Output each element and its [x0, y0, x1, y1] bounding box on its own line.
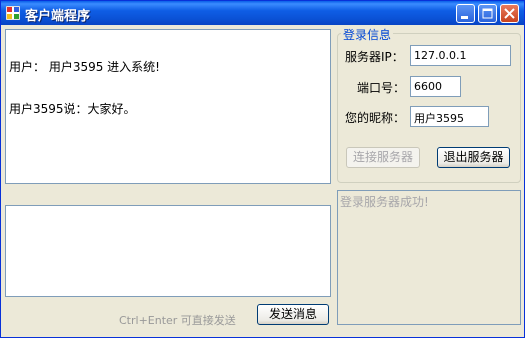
- window-title: 客户端程序: [25, 9, 91, 24]
- message-input[interactable]: [5, 205, 331, 297]
- title-bar[interactable]: 客户端程序: [1, 1, 524, 25]
- connect-server-button[interactable]: 连接服务器: [346, 147, 420, 168]
- app-icon[interactable]: [5, 5, 21, 21]
- status-output[interactable]: 登录服务器成功!: [337, 190, 521, 325]
- maximize-button[interactable]: [478, 4, 497, 23]
- maximize-icon: [482, 8, 493, 19]
- send-message-button[interactable]: 发送消息: [257, 304, 329, 325]
- close-button[interactable]: [500, 4, 519, 23]
- port-field[interactable]: 6600: [410, 76, 461, 97]
- close-icon: [504, 8, 515, 19]
- minimize-button[interactable]: [456, 4, 475, 23]
- chat-log[interactable]: 用户： 用户3595 进入系统! 用户3595说：大家好。: [5, 29, 331, 184]
- disconnect-server-button[interactable]: 退出服务器: [437, 147, 510, 168]
- port-label: 端口号：: [357, 81, 406, 95]
- login-info-title: 登录信息: [341, 26, 394, 43]
- nickname-field[interactable]: 用户3595: [410, 106, 489, 127]
- chat-message: 用户3595说：大家好。: [9, 102, 136, 116]
- client-body: 用户： 用户3595 进入系统! 用户3595说：大家好。 Ctrl+Enter…: [1, 25, 524, 338]
- send-hint: Ctrl+Enter 可直接发送: [119, 314, 236, 327]
- nickname-label: 您的昵称：: [345, 111, 406, 125]
- chat-message: 用户： 用户3595 进入系统!: [9, 60, 160, 74]
- client-window: 客户端程序 用户： 用户3595 进入系统! 用户3595说：大家好。 Ctrl…: [0, 0, 525, 338]
- server-ip-field[interactable]: 127.0.0.1: [410, 45, 511, 66]
- minimize-icon: [461, 16, 468, 19]
- server-ip-label: 服务器IP：: [345, 50, 404, 64]
